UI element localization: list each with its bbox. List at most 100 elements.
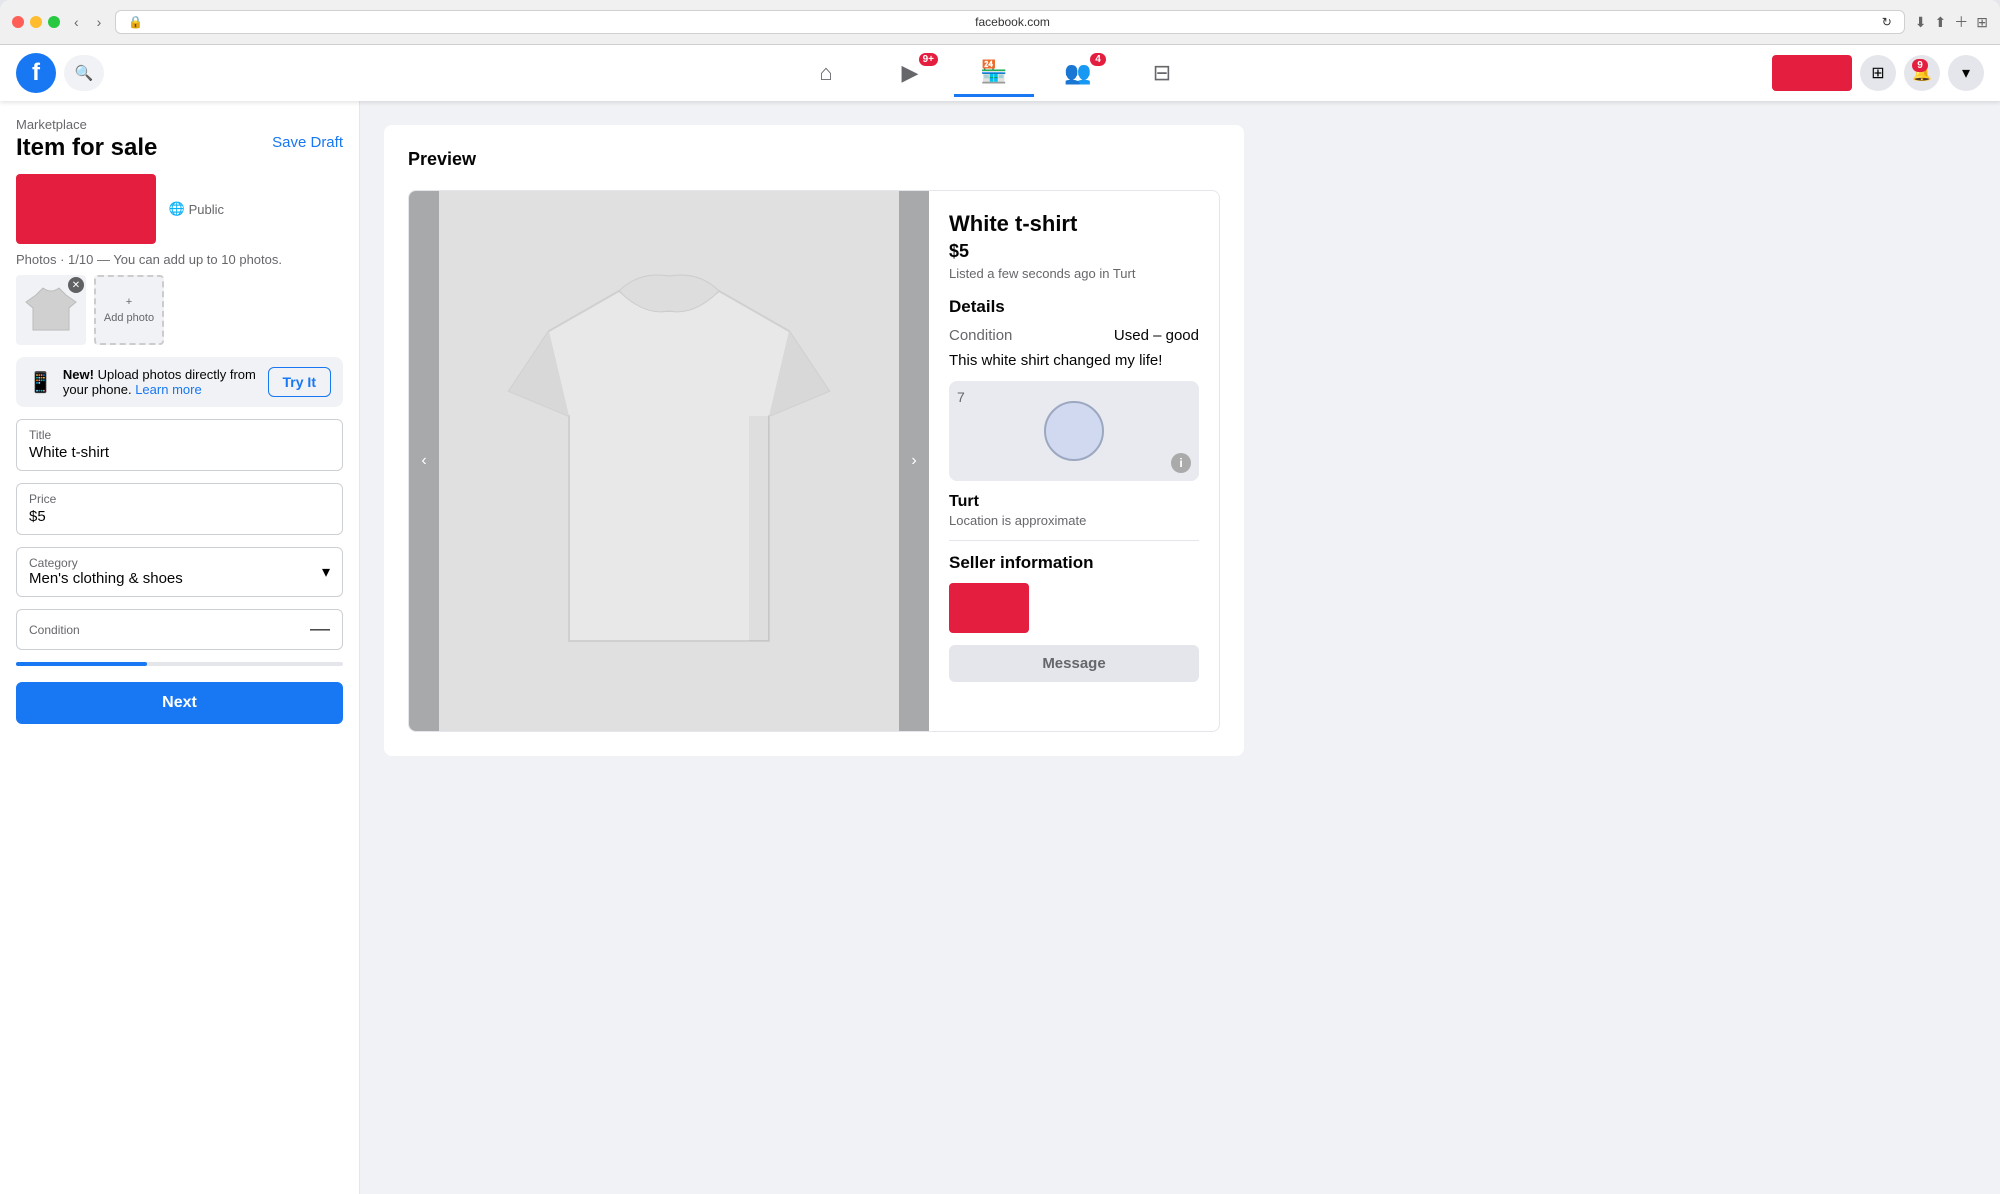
page-layout: Marketplace Item for sale Save Draft 🌐 P…: [0, 101, 2000, 1194]
chevron-down-icon: ▾: [322, 562, 330, 582]
category-select[interactable]: Category Men's clothing & shoes ▾: [16, 547, 343, 597]
preview-price: $5: [949, 241, 1199, 262]
maximize-button[interactable]: [48, 16, 60, 28]
preview-card: Preview ‹: [384, 125, 1244, 756]
product-image: [439, 191, 899, 731]
condition-value: —: [310, 618, 330, 641]
nav-tab-gaming[interactable]: ⊟: [1122, 49, 1202, 97]
browser-chrome: ‹ › 🔒 facebook.com ↻ ⬇ ⬆ ＋ ⊞: [0, 0, 2000, 45]
new-tab-icon[interactable]: ＋: [1954, 12, 1968, 32]
add-photo-icon: +: [126, 296, 132, 308]
title-field: Title: [16, 419, 343, 471]
learn-more-link[interactable]: Learn more: [135, 382, 201, 397]
message-button[interactable]: Message: [949, 645, 1199, 682]
sidebar-breadcrumb: Marketplace: [16, 117, 343, 132]
notifications-button[interactable]: 🔔 9: [1904, 55, 1940, 91]
title-input[interactable]: [29, 444, 330, 461]
main-photo-display: [16, 174, 156, 244]
price-input[interactable]: [29, 508, 330, 525]
fb-logo-letter: f: [32, 59, 40, 87]
next-button[interactable]: Next: [16, 682, 343, 724]
download-icon[interactable]: ⬇: [1915, 14, 1927, 31]
condition-detail-label: Condition: [949, 327, 1012, 344]
preview-content: ‹: [408, 190, 1220, 732]
minimize-button[interactable]: [30, 16, 42, 28]
condition-label: Condition: [29, 623, 80, 637]
preview-details: White t-shirt $5 Listed a few seconds ag…: [929, 191, 1219, 731]
progress-bar: [16, 662, 343, 666]
account-menu-button[interactable]: ▾: [1948, 55, 1984, 91]
map-number: 7: [957, 389, 965, 405]
globe-icon: 🌐: [168, 201, 184, 217]
condition-detail-row: Condition Used – good: [949, 327, 1199, 344]
upload-banner-bold: New!: [63, 367, 94, 382]
photos-row: ✕ + Add photo: [16, 275, 343, 345]
traffic-lights: [12, 16, 60, 28]
map-info-icon[interactable]: i: [1171, 453, 1191, 473]
notification-badge: 9: [1912, 59, 1928, 72]
seller-avatar: [949, 583, 1029, 633]
url-display: facebook.com: [149, 15, 1875, 29]
try-it-button[interactable]: Try It: [268, 367, 331, 397]
public-label: Public: [189, 202, 224, 217]
preview-listed: Listed a few seconds ago in Turt: [949, 266, 1199, 281]
marketplace-icon: 🏪: [980, 59, 1007, 85]
top-nav: f 🔍 ⌂ ▶ 9+ 🏪 👥 4 ⊟: [0, 45, 2000, 101]
tshirt-svg: [499, 231, 839, 691]
preview-image-area: ‹: [409, 191, 929, 731]
sidebar: Marketplace Item for sale Save Draft 🌐 P…: [0, 101, 360, 1194]
back-button[interactable]: ‹: [70, 12, 83, 32]
category-label: Category: [29, 556, 183, 570]
seller-info-title: Seller information: [949, 553, 1199, 573]
share-icon[interactable]: ⬆: [1935, 14, 1947, 31]
thumb-photo-1[interactable]: ✕: [16, 275, 86, 345]
forward-button[interactable]: ›: [93, 12, 106, 32]
remove-photo-button[interactable]: ✕: [68, 277, 84, 293]
nav-left: f 🔍: [16, 53, 216, 93]
phone-upload-icon: 📱: [28, 370, 53, 395]
add-photo-button[interactable]: + Add photo: [94, 275, 164, 345]
nav-center: ⌂ ▶ 9+ 🏪 👥 4 ⊟: [216, 49, 1772, 97]
map-area: 7 i: [949, 381, 1199, 481]
public-badge: 🌐 Public: [168, 201, 224, 217]
lock-icon: 🔒: [128, 15, 143, 29]
upload-banner: 📱 New! Upload photos directly from your …: [16, 357, 343, 407]
close-button[interactable]: [12, 16, 24, 28]
image-prev-button[interactable]: ‹: [409, 191, 439, 731]
title-label: Title: [29, 428, 330, 442]
details-section-title: Details: [949, 297, 1199, 317]
profile-button[interactable]: [1772, 55, 1852, 91]
nav-tab-video[interactable]: ▶ 9+: [870, 49, 950, 97]
save-draft-button[interactable]: Save Draft: [272, 134, 343, 151]
search-button[interactable]: 🔍: [64, 55, 104, 91]
condition-field[interactable]: Condition —: [16, 609, 343, 650]
tabs-icon[interactable]: ⊞: [1976, 14, 1988, 31]
info-icon: i: [1179, 456, 1182, 470]
condition-detail-value: Used – good: [1114, 327, 1199, 344]
gaming-icon: ⊟: [1153, 60, 1171, 86]
price-label: Price: [29, 492, 330, 506]
photo-section: 🌐 Public Photos · 1/10 — You can add up …: [16, 174, 343, 345]
preview-title: Preview: [408, 149, 1220, 170]
search-icon: 🔍: [75, 64, 94, 82]
nav-tab-marketplace[interactable]: 🏪: [954, 49, 1034, 97]
nav-tab-groups[interactable]: 👥 4: [1038, 49, 1118, 97]
progress-fill: [16, 662, 147, 666]
nav-tab-home[interactable]: ⌂: [786, 49, 866, 97]
map-circle: [1044, 401, 1104, 461]
browser-actions: ⬇ ⬆ ＋ ⊞: [1915, 12, 1988, 32]
location-approx: Location is approximate: [949, 513, 1199, 528]
description-text: This white shirt changed my life!: [949, 352, 1199, 369]
reload-icon[interactable]: ↻: [1882, 15, 1892, 29]
photos-count: Photos · 1/10 — You can add up to 10 pho…: [16, 252, 343, 267]
fb-logo[interactable]: f: [16, 53, 56, 93]
apps-button[interactable]: ⊞: [1860, 55, 1896, 91]
image-next-button[interactable]: ›: [899, 191, 929, 731]
groups-badge: 4: [1090, 53, 1106, 66]
add-photo-label: Add photo: [104, 312, 154, 324]
address-bar[interactable]: 🔒 facebook.com ↻: [115, 10, 1904, 34]
video-badge: 9+: [919, 53, 938, 66]
nav-right: ⊞ 🔔 9 ▾: [1772, 55, 1984, 91]
sidebar-title: Item for sale: [16, 134, 157, 162]
main-content: Preview ‹: [360, 101, 2000, 1194]
